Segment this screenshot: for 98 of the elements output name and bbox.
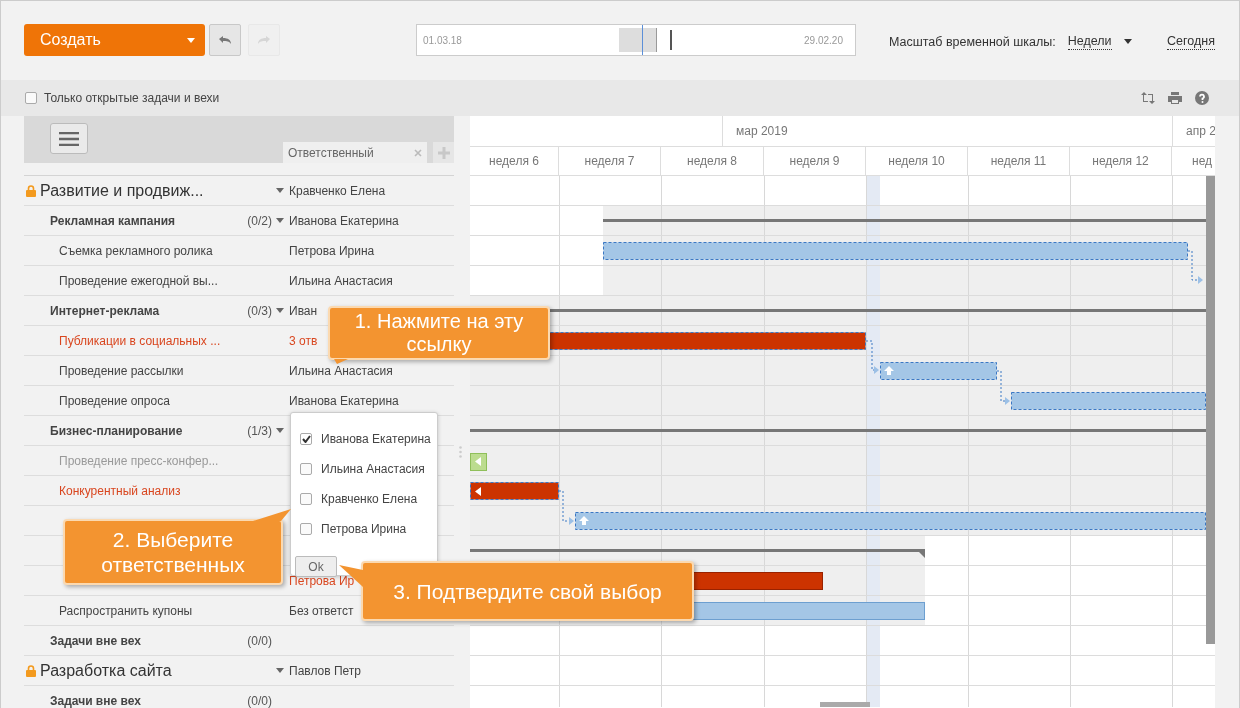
task-bar[interactable] <box>470 482 559 500</box>
column-tab[interactable]: Ответственный <box>283 142 427 163</box>
menu-icon <box>59 131 79 146</box>
dependency-arrow <box>865 340 879 374</box>
task-count: (0/0) <box>247 633 272 648</box>
checkbox[interactable] <box>300 523 312 535</box>
week-label: неделя 12 <box>1092 154 1149 168</box>
responsible-name: Ильина Анастасия <box>289 273 393 288</box>
responsible-name: Иванова Екатерина <box>289 213 399 228</box>
milestone-name[interactable]: Задачи вне вех <box>50 633 141 648</box>
undo-button[interactable] <box>209 24 241 56</box>
month-label: апр 2 <box>1186 124 1215 138</box>
dependency-arrow <box>558 490 574 525</box>
task-bar[interactable] <box>575 512 1206 530</box>
dropdown-caret-icon[interactable] <box>276 308 284 313</box>
callout-pointer <box>334 359 348 364</box>
hint-tooltip: 2. Выберите ответственных <box>63 519 283 585</box>
task-bar[interactable] <box>880 362 997 380</box>
dependency-arrow <box>1187 250 1203 284</box>
scale-dropdown[interactable]: Недели <box>1067 33 1112 50</box>
task-count: (0/0) <box>247 693 272 708</box>
responsible-name: Павлов Петр <box>289 663 361 678</box>
task-name[interactable]: Распространить купоны <box>59 603 193 618</box>
hint-tooltip: 1. Нажмите на эту ссылку <box>328 306 550 360</box>
scrollbar[interactable] <box>820 702 870 707</box>
splitter-grip-icon[interactable] <box>459 446 462 458</box>
responsible-name: Без ответст <box>289 603 354 618</box>
task-count: (1/3) <box>247 423 272 438</box>
range-start-date: 01.03.18 <box>423 34 462 46</box>
scale-label: Масштаб временной шкалы: <box>889 34 1056 49</box>
task-name[interactable]: Публикации в социальных ... <box>59 333 221 348</box>
range-slider-handle[interactable] <box>619 28 657 52</box>
checkbox[interactable] <box>300 463 312 475</box>
milestone-name[interactable]: Рекламная кампания <box>50 213 176 228</box>
project-name[interactable]: Развитие и продвиж... <box>40 181 204 200</box>
scrollbar[interactable] <box>1206 176 1215 644</box>
milestone-name[interactable]: Интернет-реклама <box>50 303 160 318</box>
menu-button[interactable] <box>50 123 88 154</box>
assignee-option[interactable]: Иванова Екатерина <box>321 432 431 446</box>
week-label: неделя 7 <box>584 154 635 168</box>
task-name[interactable]: Проведение ежегодной вы... <box>59 273 218 288</box>
help-icon[interactable] <box>1195 91 1209 105</box>
week-label: неделя 11 <box>990 154 1047 168</box>
summary-bar[interactable] <box>470 549 925 558</box>
checkbox[interactable] <box>300 493 312 505</box>
lock-icon <box>26 184 36 197</box>
callout-pointer <box>253 509 291 521</box>
responsible-name: Петрова Ирина <box>289 243 375 258</box>
today-link[interactable]: Сегодня <box>1167 33 1215 50</box>
refresh-icon[interactable] <box>1141 91 1155 105</box>
lock-icon <box>26 664 36 677</box>
task-name[interactable]: Съемка рекламного ролика <box>59 243 213 258</box>
milestone-marker[interactable] <box>470 453 487 471</box>
assignee-option[interactable]: Ильина Анастасия <box>321 462 425 476</box>
task-bar[interactable] <box>603 242 1188 260</box>
month-label: мар 2019 <box>736 124 788 138</box>
plus-icon <box>437 146 450 159</box>
checkbox-label[interactable]: Только открытые задачи и вехи <box>44 91 220 105</box>
task-bar[interactable] <box>1011 392 1206 410</box>
responsible-name: Иванова Екатерина <box>289 393 399 408</box>
week-label: нед <box>1192 154 1213 168</box>
ok-button[interactable]: Ok <box>295 556 337 577</box>
project-name[interactable]: Разработка сайта <box>40 661 172 680</box>
milestone-name[interactable]: Задачи вне вех <box>50 693 141 708</box>
column-title: Ответственный <box>288 145 374 160</box>
dropdown-caret-icon[interactable] <box>276 428 284 433</box>
assignee-option[interactable]: Кравченко Елена <box>321 492 418 506</box>
undo-icon <box>218 35 232 45</box>
week-label: неделя 10 <box>888 154 945 168</box>
milestone-name[interactable]: Бизнес-планирование <box>50 423 183 438</box>
task-count: (0/3) <box>247 303 272 318</box>
task-name[interactable]: Проведение рассылки <box>59 363 184 378</box>
week-label: неделя 9 <box>789 154 840 168</box>
hint-tooltip: 3. Подтвердите свой выбор <box>361 561 694 621</box>
current-position-marker <box>642 25 643 55</box>
today-marker <box>670 30 672 50</box>
responsible-link[interactable]: 3 отв <box>289 333 318 348</box>
week-label: неделя 8 <box>687 154 737 168</box>
task-name[interactable]: Проведение опроса <box>59 393 170 408</box>
checkbox[interactable] <box>300 433 312 445</box>
dropdown-caret-icon[interactable] <box>276 188 284 193</box>
callout-pointer <box>339 565 363 587</box>
week-label: неделя 6 <box>489 154 539 168</box>
task-name[interactable]: Конкурентный анализ <box>59 483 181 498</box>
assignee-option[interactable]: Петрова Ирина <box>321 522 407 536</box>
dropdown-caret-icon[interactable] <box>276 668 284 673</box>
dependency-arrow <box>996 370 1010 405</box>
responsible-name: Ильина Анастасия <box>289 363 393 378</box>
checkbox[interactable] <box>25 92 37 104</box>
task-count: (0/2) <box>247 213 272 228</box>
caret-icon[interactable] <box>1123 39 1132 44</box>
print-icon[interactable] <box>1168 91 1182 105</box>
dropdown-caret-icon[interactable] <box>276 218 284 223</box>
redo-icon <box>257 35 271 45</box>
responsible-name: Иван <box>289 303 318 318</box>
responsible-name: Кравченко Елена <box>289 183 386 198</box>
close-icon[interactable] <box>414 148 422 157</box>
range-end-date: 29.02.20 <box>804 34 843 46</box>
